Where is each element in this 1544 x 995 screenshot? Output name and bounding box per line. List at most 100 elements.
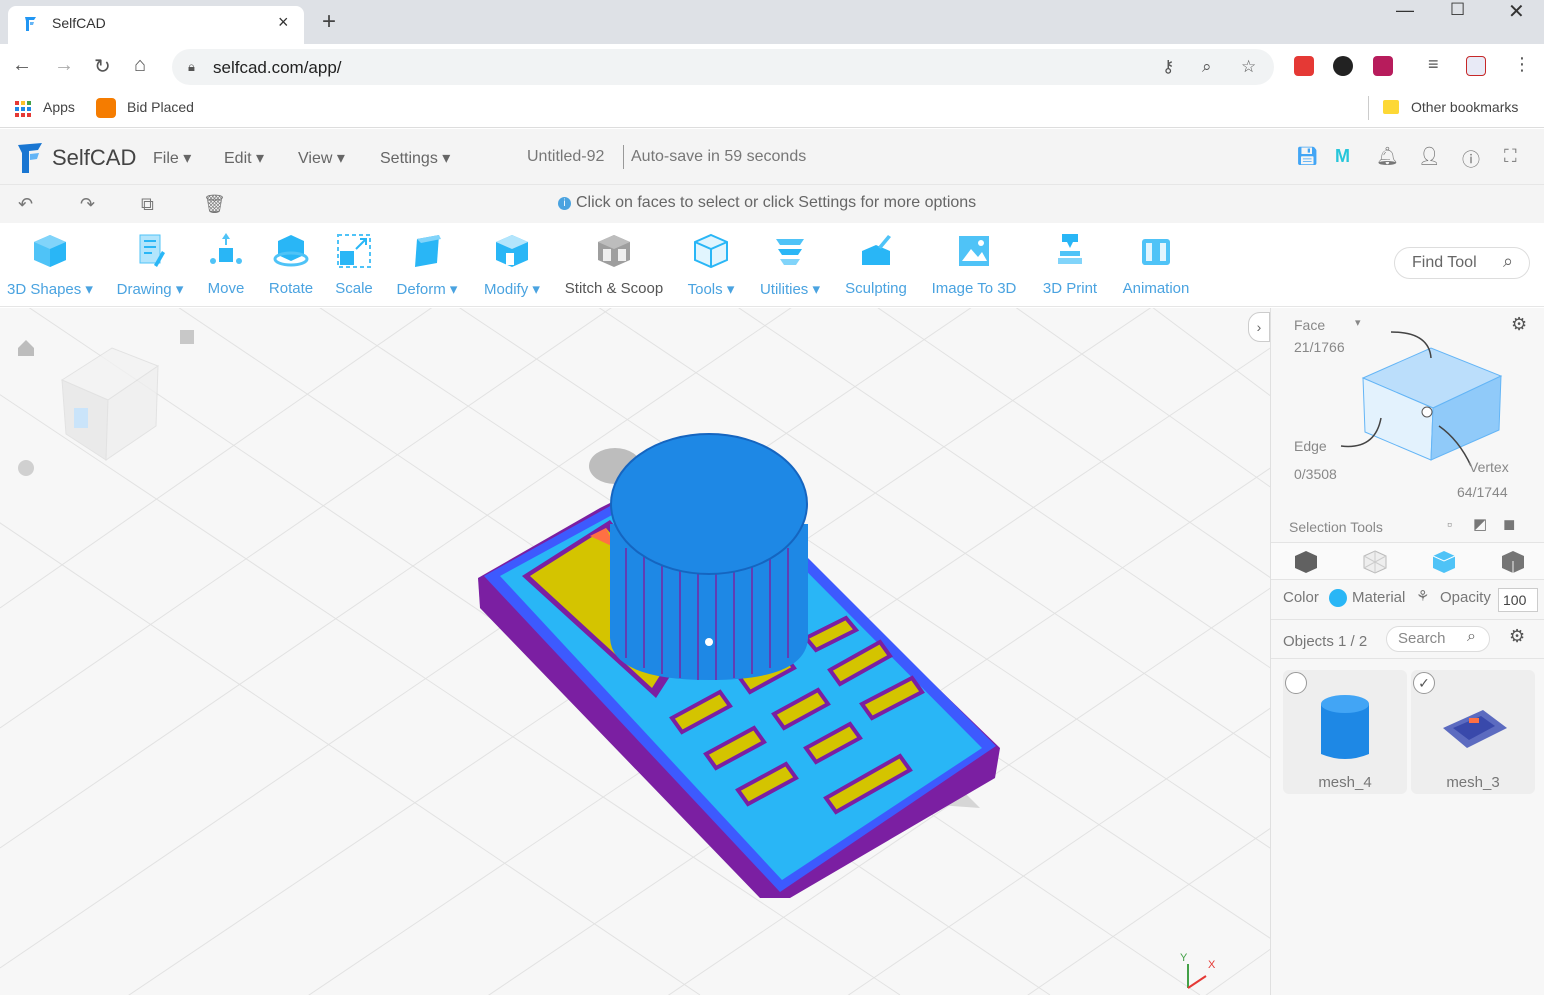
3d-viewport[interactable]: Y X › xyxy=(0,308,1270,995)
object-card-mesh-4[interactable]: mesh_4 xyxy=(1283,670,1407,794)
user-icon[interactable]: 👤︎ xyxy=(1418,146,1441,167)
tool-image-to-3d[interactable]: Image To 3D xyxy=(926,231,1022,297)
extension-pink-icon[interactable] xyxy=(1373,56,1393,76)
delete-trash-icon[interactable]: 🗑︎ xyxy=(203,194,226,215)
bookmark-star-icon[interactable]: ☆ xyxy=(1241,57,1256,77)
bookmark-other[interactable]: Other bookmarks xyxy=(1411,99,1518,115)
forward-icon[interactable]: → xyxy=(54,54,74,77)
tool-label: 3D Shapes ▾ xyxy=(7,281,93,298)
objects-search-input[interactable]: Search ⌕ xyxy=(1386,626,1490,652)
tool-utilities-text: Utilities xyxy=(759,281,809,298)
tool-rotate-text: Rotate xyxy=(268,280,314,297)
tool-3d-shapes[interactable]: 3D Shapes ▾ xyxy=(4,231,96,298)
drawing-icon xyxy=(139,234,165,267)
tool-drawing[interactable]: Drawing ▾ xyxy=(108,231,192,298)
extension-red-icon[interactable] xyxy=(1294,56,1314,76)
material-label[interactable]: Material xyxy=(1352,589,1405,606)
bookmark-bid-placed[interactable]: Bid Placed xyxy=(127,99,194,115)
extension-k-icon[interactable] xyxy=(1333,56,1353,76)
tool-rotate[interactable]: Rotate xyxy=(262,231,320,297)
tool-scale[interactable]: Scale xyxy=(328,231,380,297)
tool-utilities[interactable]: Utilities ▾ xyxy=(752,231,828,298)
select-solid-icon[interactable]: ◼ xyxy=(1503,515,1515,533)
new-tab-icon[interactable]: + xyxy=(322,8,336,36)
undo-icon[interactable]: ↶ xyxy=(18,194,33,215)
tool-tools[interactable]: Tools ▾ xyxy=(680,231,742,298)
tool-move[interactable]: Move xyxy=(198,231,254,297)
redo-icon[interactable]: ↷ xyxy=(80,194,95,215)
minimize-icon[interactable]: — xyxy=(1396,0,1414,21)
objects-search-icon[interactable]: ⌕ xyxy=(1467,628,1476,646)
selection-tools-label: Selection Tools xyxy=(1289,519,1383,535)
m-logo-icon[interactable]: M xyxy=(1335,146,1350,167)
svg-text:Y: Y xyxy=(1180,952,1188,964)
find-tool-search[interactable]: Find Tool ⌕ xyxy=(1394,247,1530,279)
copy-icon[interactable]: ⧉ xyxy=(141,194,154,215)
save-icon[interactable]: 💾︎ xyxy=(1296,146,1319,167)
tab-close-icon[interactable]: × xyxy=(278,12,289,33)
opacity-label: Opacity xyxy=(1440,589,1491,606)
image-to-3d-icon xyxy=(959,236,989,266)
home-icon[interactable]: ⌂ xyxy=(134,54,146,77)
search-icon[interactable]: ⌕ xyxy=(1503,251,1513,272)
menu-file[interactable]: File ▾ xyxy=(153,148,191,168)
mesh-mode-icon[interactable] xyxy=(1362,549,1388,575)
select-box-icon[interactable]: ◩ xyxy=(1473,515,1487,533)
selection-panel: Face ▾ 21/1766 ⚙ Edge 0/3508 Vertex 64/1… xyxy=(1270,308,1544,995)
fullscreen-icon[interactable]: ⛶ xyxy=(1504,146,1517,167)
tool-deform[interactable]: Deform ▾ xyxy=(390,231,464,298)
camera-toggle-icon[interactable] xyxy=(180,330,194,344)
opacity-value: 100 xyxy=(1503,592,1527,608)
bookmark-apps[interactable]: Apps xyxy=(43,99,75,115)
object-select-checkbox[interactable] xyxy=(1285,672,1307,694)
face-mode-icon[interactable] xyxy=(1431,549,1457,575)
notifications-bell-icon[interactable]: 🔔︎ xyxy=(1376,146,1399,167)
menu-edit[interactable]: Edit ▾ xyxy=(224,148,264,168)
object-card-mesh-3[interactable]: ✓ mesh_3 xyxy=(1411,670,1535,794)
address-bar[interactable]: 🔒︎ selfcad.com/app/ ⚷ ⌕ ☆ xyxy=(172,49,1274,85)
object-select-checkbox-checked[interactable]: ✓ xyxy=(1413,672,1435,694)
color-swatch[interactable] xyxy=(1329,589,1347,607)
reload-icon[interactable]: ↻ xyxy=(94,54,111,79)
close-window-icon[interactable]: ✕ xyxy=(1508,0,1525,24)
browser-menu-icon[interactable]: ⋮ xyxy=(1513,54,1531,75)
selfcad-logo[interactable]: SelfCAD xyxy=(14,141,136,180)
bid-placed-icon xyxy=(96,98,116,118)
opacity-input[interactable]: 100 xyxy=(1498,588,1538,612)
extension-flag-icon[interactable] xyxy=(1466,56,1486,76)
menu-settings[interactable]: Settings ▾ xyxy=(380,148,450,168)
menu-view[interactable]: View ▾ xyxy=(298,148,345,168)
home-view-icon[interactable] xyxy=(18,340,34,356)
cylinder-mesh[interactable] xyxy=(610,433,808,680)
scene-canvas[interactable]: Y X xyxy=(0,308,1270,995)
tool-modify[interactable]: Modify ▾ xyxy=(476,231,548,298)
key-icon[interactable]: ⚷ xyxy=(1162,57,1174,77)
app-header: SelfCAD File ▾ Edit ▾ View ▾ Settings ▾ … xyxy=(0,129,1544,185)
tool-label: Modify ▾ xyxy=(484,281,540,298)
tool-animation[interactable]: Animation xyxy=(1116,231,1196,297)
vertex-label[interactable]: Vertex xyxy=(1469,459,1509,475)
reading-list-icon[interactable]: ≡ xyxy=(1428,54,1439,75)
tool-stitch-scoop[interactable]: Stitch & Scoop xyxy=(560,231,668,297)
edge-label[interactable]: Edge xyxy=(1294,438,1327,454)
object-mode-icon[interactable] xyxy=(1293,549,1319,575)
tool-image3d-text: Image To 3D xyxy=(931,280,1017,297)
tool-sculpting[interactable]: Sculpting xyxy=(838,231,914,297)
view-cube[interactable] xyxy=(60,347,160,461)
maximize-icon[interactable]: ☐ xyxy=(1450,0,1465,20)
objects-count-label: Objects 1 / 2 xyxy=(1283,633,1368,650)
material-icon[interactable]: ⚘ xyxy=(1416,587,1429,605)
face-label[interactable]: Face xyxy=(1294,317,1325,333)
panel-collapse-toggle[interactable]: › xyxy=(1248,312,1270,342)
orbit-icon[interactable] xyxy=(18,460,34,476)
zoom-icon[interactable]: ⌕ xyxy=(1202,57,1212,77)
info-icon[interactable]: ⓘ xyxy=(1462,146,1480,172)
bookmark-divider xyxy=(1368,96,1369,120)
browser-tab[interactable]: SelfCAD × xyxy=(8,6,304,44)
tool-3d-print[interactable]: 3D Print xyxy=(1034,231,1106,297)
solid-mode-icon[interactable] xyxy=(1500,549,1526,575)
back-icon[interactable]: ← xyxy=(12,54,32,77)
document-title[interactable]: Untitled-92 xyxy=(527,148,604,166)
select-cursor-icon[interactable]: ▫ xyxy=(1447,516,1452,532)
objects-settings-gear-icon[interactable]: ⚙ xyxy=(1509,626,1525,647)
